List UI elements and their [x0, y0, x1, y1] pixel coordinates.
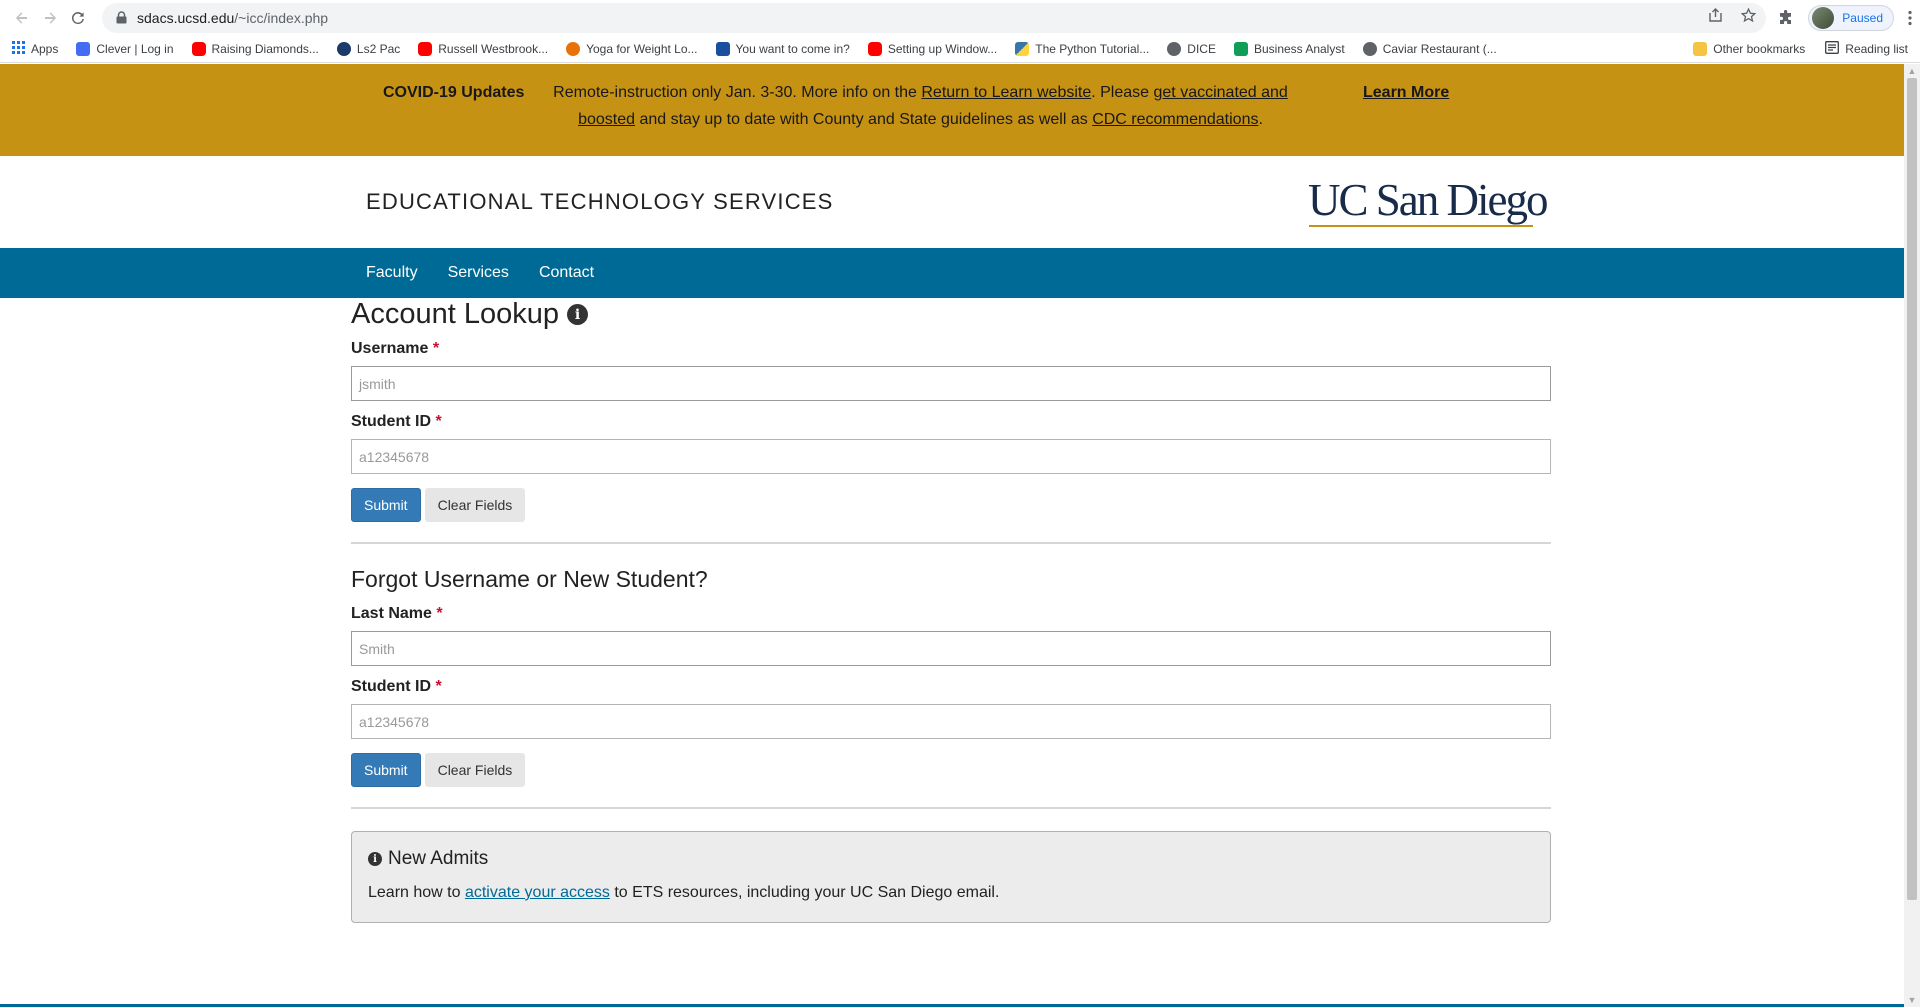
covid-title: COVID-19 Updates [383, 84, 525, 101]
share-icon[interactable] [1708, 7, 1723, 28]
account-lookup-heading: Account Lookup i [351, 298, 1551, 331]
bookmark-russell-westbrook[interactable]: Russell Westbrook... [418, 41, 548, 56]
submit-button[interactable]: Submit [351, 753, 421, 787]
profile-button[interactable]: Paused [1808, 4, 1894, 31]
last-name-input[interactable]: Smith [351, 631, 1551, 666]
bookmark-come-in[interactable]: You want to come in? [715, 41, 850, 56]
bookmark-apps[interactable]: Apps [12, 40, 58, 57]
covid-banner: COVID-19 Updates Remote-instruction only… [0, 64, 1904, 156]
profile-status: Paused [1842, 10, 1883, 25]
new-admits-heading: i New Admits [368, 848, 1534, 870]
return-to-learn-link[interactable]: Return to Learn website [921, 84, 1091, 101]
required-asterisk: * [436, 605, 443, 622]
main-nav: Faculty Services Contact [0, 248, 1904, 298]
ucsd-logo[interactable]: UC San Diego [1308, 178, 1548, 223]
nav-item-faculty[interactable]: Faculty [366, 264, 418, 282]
reload-icon[interactable] [64, 4, 92, 32]
youtube-icon [418, 41, 433, 56]
bookmark-ls2-pac[interactable]: Ls2 Pac [336, 41, 400, 56]
site-header: EDUCATIONAL TECHNOLOGY SERVICES UC San D… [0, 156, 1904, 248]
clear-fields-button[interactable]: Clear Fields [424, 753, 526, 787]
clear-fields-button[interactable]: Clear Fields [424, 488, 526, 522]
folder-icon [1693, 41, 1708, 56]
bookmark-raising-diamonds[interactable]: Raising Diamonds... [191, 41, 319, 56]
username-label: Username * [351, 340, 440, 357]
python-icon [1015, 41, 1030, 56]
nav-item-services[interactable]: Services [448, 264, 509, 282]
yoga-icon [566, 41, 581, 56]
page-scrollbar[interactable]: ▲ ▼ [1904, 64, 1920, 1007]
forward-arrow-icon[interactable] [36, 4, 64, 32]
bookmarks-bar: Apps Clever | Log in Raising Diamonds...… [0, 35, 1920, 63]
url-text: sdacs.ucsd.edu/~icc/index.php [137, 9, 329, 26]
required-asterisk: * [435, 413, 442, 430]
youtube-icon [867, 41, 882, 56]
student-id-label: Student ID * [351, 413, 442, 430]
bookmark-python-tutorial[interactable]: The Python Tutorial... [1015, 41, 1149, 56]
browser-menu-icon[interactable] [1908, 10, 1912, 26]
cdc-recommendations-link[interactable]: CDC recommendations [1092, 111, 1258, 128]
browser-toolbar: sdacs.ucsd.edu/~icc/index.php Paused [0, 0, 1920, 35]
bookmark-yoga[interactable]: Yoga for Weight Lo... [566, 41, 698, 56]
reading-list[interactable]: Reading list [1825, 40, 1908, 57]
globe-icon [1362, 41, 1377, 56]
required-asterisk: * [435, 678, 442, 695]
lock-icon [116, 11, 127, 24]
globe-icon [336, 41, 351, 56]
bookmark-clever[interactable]: Clever | Log in [76, 41, 174, 56]
forgot-username-heading: Forgot Username or New Student? [351, 566, 708, 592]
main-content: Account Lookup i Username * jsmith Stude… [351, 298, 1551, 923]
learn-more-link[interactable]: Learn More [1363, 84, 1449, 156]
info-icon: i [368, 852, 382, 866]
new-admits-panel: i New Admits Learn how to activate your … [351, 831, 1551, 923]
activate-access-link[interactable]: activate your access [465, 884, 610, 901]
required-asterisk: * [432, 340, 440, 357]
nav-item-contact[interactable]: Contact [539, 264, 594, 282]
section-divider [351, 542, 1551, 544]
scroll-up-arrow-icon[interactable]: ▲ [1904, 64, 1920, 78]
page-viewport: COVID-19 Updates Remote-instruction only… [0, 64, 1920, 1007]
globe-icon [1167, 41, 1182, 56]
department-title[interactable]: EDUCATIONAL TECHNOLOGY SERVICES [366, 189, 834, 215]
student-id-label: Student ID * [351, 678, 442, 695]
scrollbar-thumb[interactable] [1907, 78, 1917, 900]
back-arrow-icon[interactable] [8, 4, 36, 32]
section-divider [351, 807, 1551, 809]
last-name-label: Last Name * [351, 605, 443, 622]
page: COVID-19 Updates Remote-instruction only… [0, 64, 1904, 1007]
sheets-icon [1233, 41, 1248, 56]
submit-button[interactable]: Submit [351, 488, 421, 522]
info-icon[interactable]: i [566, 304, 588, 325]
clever-icon [76, 41, 91, 56]
extensions-puzzle-icon[interactable] [1778, 9, 1794, 26]
logo-underline [1309, 225, 1533, 227]
bookmark-setting-up-windows[interactable]: Setting up Window... [867, 41, 997, 56]
reading-list-icon [1825, 40, 1840, 57]
new-admits-text: Learn how to activate your access to ETS… [368, 884, 1000, 901]
username-input[interactable]: jsmith [351, 366, 1551, 401]
bookmark-dice[interactable]: DICE [1167, 41, 1216, 56]
other-bookmarks[interactable]: Other bookmarks [1693, 41, 1805, 57]
address-bar[interactable]: sdacs.ucsd.edu/~icc/index.php [102, 2, 1767, 33]
apps-grid-icon [12, 40, 25, 57]
bookmark-business-analyst[interactable]: Business Analyst [1233, 41, 1345, 56]
bookmark-star-icon[interactable] [1740, 7, 1757, 28]
five-icon [715, 41, 730, 56]
lookup-buttons: Submit Clear Fields [351, 488, 1551, 522]
student-id-input[interactable]: a12345678 [351, 704, 1551, 739]
forgot-buttons: Submit Clear Fields [351, 753, 1551, 787]
avatar [1812, 6, 1835, 29]
youtube-icon [191, 41, 206, 56]
student-id-input[interactable]: a12345678 [351, 439, 1551, 474]
bookmark-caviar[interactable]: Caviar Restaurant (... [1362, 41, 1497, 56]
scroll-down-arrow-icon[interactable]: ▼ [1904, 993, 1920, 1007]
covid-message: Remote-instruction only Jan. 3-30. More … [553, 84, 1288, 128]
